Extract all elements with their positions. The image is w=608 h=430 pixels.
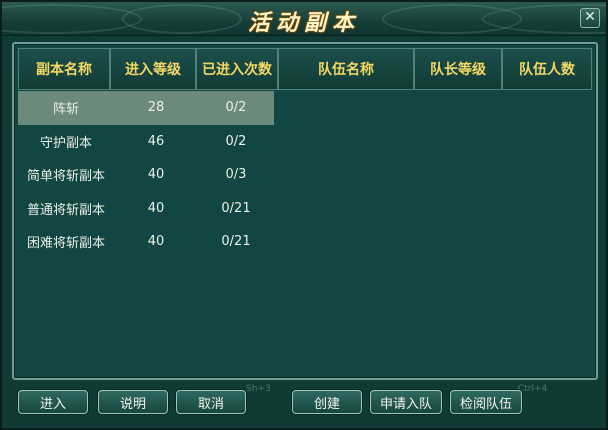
dungeon-count: 0/2 <box>225 100 247 115</box>
column-header-leader-level: 队长等级 <box>414 48 502 90</box>
dungeon-count: 0/21 <box>221 200 251 216</box>
activity-dungeon-window: 活动副本 ✕ 副本名称 进入等级 已进入次数 队伍名称 队长等级 队伍人数 阵斩… <box>0 0 608 430</box>
dungeon-list: 阵斩 28 0/2 守护副本 46 0/2 简单将斩副本 40 0/3 普通将斩… <box>18 91 274 259</box>
column-header-count: 已进入次数 <box>196 48 278 90</box>
dungeon-count: 0/2 <box>225 133 247 149</box>
enter-button[interactable]: 进入 <box>18 390 88 414</box>
dungeon-name: 普通将斩副本 <box>26 202 105 218</box>
table-row[interactable]: 守护副本 46 0/2 <box>18 125 274 159</box>
hotkey-hint: Ctrl+4 <box>518 384 548 394</box>
table-header: 副本名称 进入等级 已进入次数 队伍名称 队长等级 队伍人数 <box>18 48 592 90</box>
view-team-button[interactable]: 检阅队伍 <box>450 390 522 414</box>
column-header-team-name: 队伍名称 <box>278 48 414 90</box>
table-row[interactable]: 阵斩 28 0/2 <box>18 91 274 125</box>
dungeon-level: 40 <box>147 200 165 216</box>
column-header-level: 进入等级 <box>110 48 196 90</box>
dungeon-name: 阵斩 <box>52 102 79 117</box>
dungeon-name: 简单将斩副本 <box>26 169 105 184</box>
column-header-name: 副本名称 <box>18 48 110 90</box>
dungeon-level: 40 <box>147 234 165 249</box>
cancel-button[interactable]: 取消 <box>176 390 246 414</box>
column-header-team-size: 队伍人数 <box>502 48 592 90</box>
dungeon-table: 副本名称 进入等级 已进入次数 队伍名称 队长等级 队伍人数 阵斩 28 0/2… <box>12 42 598 380</box>
apply-join-button[interactable]: 申请入队 <box>370 390 442 414</box>
close-icon: ✕ <box>584 9 596 25</box>
table-row[interactable]: 简单将斩副本 40 0/3 <box>18 158 274 192</box>
dungeon-level: 28 <box>147 100 165 115</box>
table-row[interactable]: 困难将斩副本 40 0/21 <box>18 225 274 259</box>
dungeon-count: 0/21 <box>221 234 251 249</box>
dungeon-name: 困难将斩副本 <box>26 236 105 251</box>
dungeon-level: 46 <box>147 133 165 149</box>
window-title: 活动副本 <box>247 10 360 36</box>
dungeon-level: 40 <box>147 167 165 182</box>
close-button[interactable]: ✕ <box>580 8 600 28</box>
dungeon-count: 0/3 <box>225 167 247 182</box>
title-banner: 活动副本 <box>2 2 606 36</box>
dungeon-name: 守护副本 <box>39 135 92 151</box>
hotkey-hint: Sh+3 <box>246 384 271 394</box>
info-button[interactable]: 说明 <box>98 390 168 414</box>
table-row[interactable]: 普通将斩副本 40 0/21 <box>18 192 274 226</box>
create-team-button[interactable]: 创建 <box>292 390 362 414</box>
